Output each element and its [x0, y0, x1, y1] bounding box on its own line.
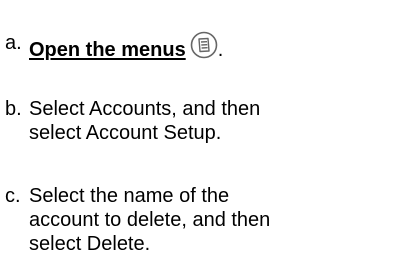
step-c-line-2: account to delete, and then [29, 209, 271, 231]
step-a-text: Open the menus . [29, 31, 223, 62]
step-a-period: . [217, 39, 224, 61]
step-b-line-1: Select Accounts, and then [29, 98, 261, 120]
step-c-text: Select the name of the account to delete… [29, 184, 270, 256]
step-b-line-2: select Account Setup. [29, 122, 222, 144]
step-c-line-1: Select the name of the [29, 185, 230, 207]
step-c-letter: c. [5, 185, 21, 207]
step-b-letter: b. [5, 98, 22, 120]
open-menus-link[interactable]: Open the menus [29, 39, 186, 61]
instruction-steps: a. Open the menus . b. Select Accounts, … [0, 0, 400, 273]
step-c-line-3: select Delete. [29, 233, 151, 255]
step-b-text: Select Accounts, and then select Account… [29, 97, 260, 145]
step-a-letter: a. [5, 32, 22, 54]
menu-icon [190, 31, 218, 59]
